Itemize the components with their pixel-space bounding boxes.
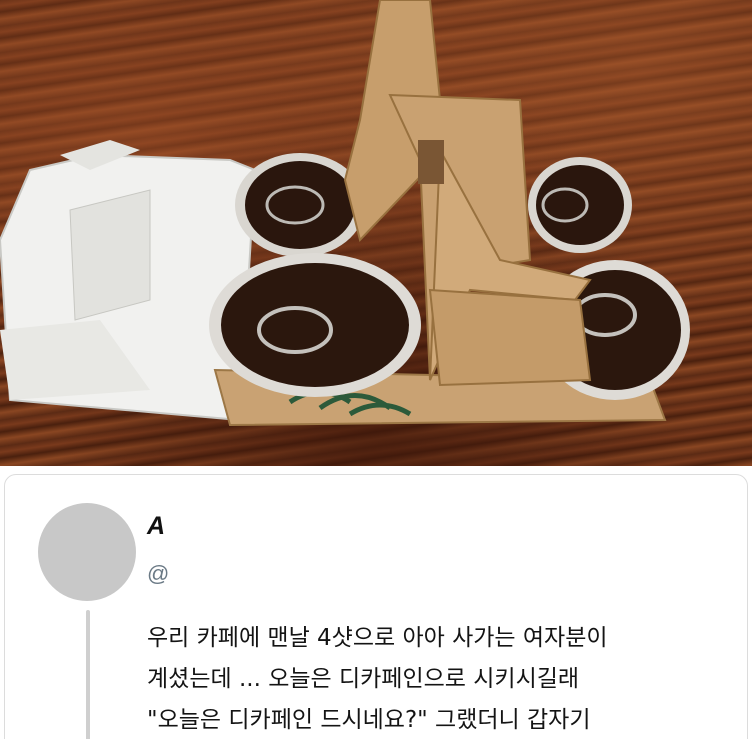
coffee-cup-front-left	[209, 253, 421, 397]
avatar[interactable]	[38, 503, 136, 601]
coffee-cup-back-left	[235, 153, 365, 257]
author-name[interactable]: A	[147, 512, 165, 541]
tweet-text-line: 우리 카페에 맨날 4샷으로 아아 사가는 여자분이	[147, 625, 608, 651]
tweet-text-line: 계셨는데 ... 오늘은 디카페인으로 시키시길래	[147, 666, 580, 692]
tweet-text: 우리 카페에 맨날 4샷으로 아아 사가는 여자분이 계셨는데 ... 오늘은 …	[147, 618, 737, 739]
tweet-text-line: "오늘은 디카페인 드시네요?" 그랬더니 갑자기	[147, 707, 591, 733]
thread-line	[86, 610, 90, 739]
coffee-carrier-illustration	[0, 0, 690, 427]
author-handle[interactable]: @	[147, 561, 169, 587]
coffee-cup-back-right	[528, 157, 632, 253]
coffee-carrier-photo	[0, 0, 752, 466]
